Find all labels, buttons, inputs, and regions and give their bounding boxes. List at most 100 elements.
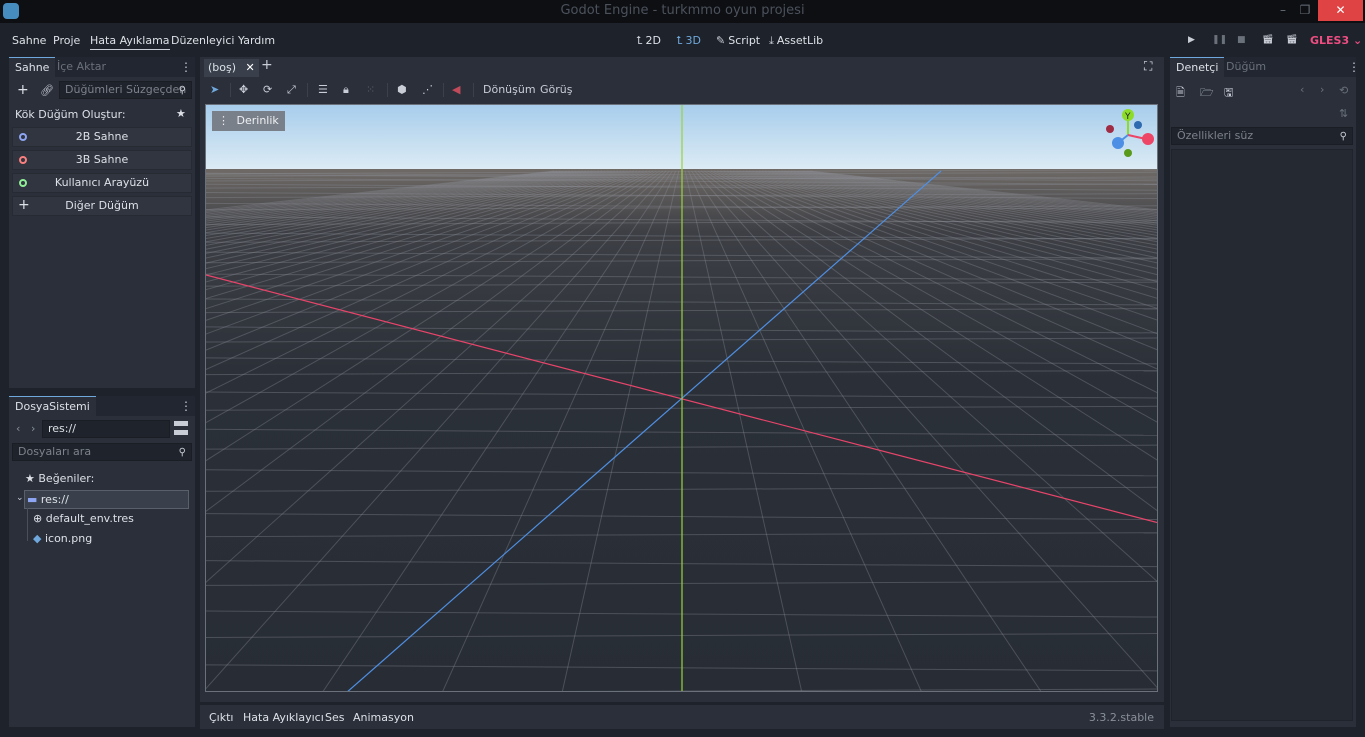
2d-icon: ⮤ — [636, 34, 643, 47]
menu-yardim[interactable]: Yardım — [238, 34, 275, 47]
other-node-button[interactable]: + Diğer Düğüm — [12, 196, 192, 216]
view-menu[interactable]: Görüş — [540, 83, 572, 96]
scene-panel-tabs: Sahne İçe Aktar ⋮ — [9, 57, 195, 77]
workspace-assetlib-button[interactable]: ⤓ AssetLib — [769, 34, 823, 48]
file-default-env[interactable]: ⊕ default_env.tres — [33, 512, 134, 525]
menu-proje[interactable]: Proje — [53, 34, 80, 47]
tab-denetci[interactable]: Denetçi — [1170, 57, 1225, 77]
property-filter-input[interactable]: Özellikleri süz ⚲ — [1171, 127, 1353, 145]
play-scene-icon[interactable]: 🎬︎ — [1262, 35, 1274, 47]
viewport-menu-button[interactable]: ⋮ Derinlik — [212, 111, 285, 131]
path-field[interactable]: res:// — [42, 420, 170, 438]
play-icon[interactable]: ▶ — [1188, 35, 1200, 47]
kebab-menu-icon[interactable]: ⋮ — [180, 60, 192, 74]
3d-viewport[interactable]: Y ⋮ Derinlik — [205, 104, 1158, 692]
add-node-icon[interactable]: + — [17, 82, 29, 98]
user-interface-button[interactable]: Kullanıcı Arayüzü — [12, 173, 192, 193]
move-tool-icon[interactable]: ✥ — [239, 83, 248, 96]
inspector-panel: Denetçi Düğüm ⋮ 🗎︎ 🗁︎ 🖫︎ ‹ › ⟲ ⇅ Özellik… — [1170, 57, 1360, 727]
tab-debugger[interactable]: Hata Ayıklayıcı — [243, 711, 324, 724]
tab-audio[interactable]: Ses — [325, 711, 344, 724]
maximize-icon[interactable]: ❐ — [1290, 0, 1320, 21]
gizmo-x-positive[interactable] — [1142, 133, 1154, 145]
renderer-select[interactable]: GLES3 ⌄ — [1310, 34, 1362, 47]
star-icon: ★ — [25, 472, 35, 485]
gizmo-z-negative[interactable] — [1134, 121, 1142, 129]
transform-menu[interactable]: Dönüşüm — [483, 83, 536, 96]
pause-icon[interactable]: ❚❚ — [1212, 35, 1227, 47]
file-search-input[interactable]: Dosyaları ara ⚲ — [12, 443, 192, 461]
window-title: Godot Engine - turkmmo oyun projesi — [560, 3, 805, 18]
history-back-icon[interactable]: ‹ — [1300, 83, 1304, 96]
link-icon[interactable]: 🔗︎ — [40, 84, 54, 97]
new-resource-icon[interactable]: 🗎︎ — [1176, 84, 1185, 103]
forward-icon[interactable]: › — [31, 422, 35, 435]
3d-scene-button[interactable]: 3B Sahne — [12, 150, 192, 170]
script-icon: ✎ — [716, 34, 726, 47]
toolbar-divider — [230, 83, 231, 97]
2d-scene-button[interactable]: 2B Sahne — [12, 127, 192, 147]
toolbar-divider — [443, 83, 444, 97]
gizmo-y-label: Y — [1124, 112, 1131, 122]
res-root-folder[interactable]: ▬ res:// — [24, 490, 189, 509]
gizmo-x-negative[interactable] — [1106, 125, 1114, 133]
node-filter-input[interactable]: Düğümleri Süzgeçden ⚲ — [59, 81, 192, 99]
menu-duzenleyici[interactable]: Düzenleyici — [171, 34, 234, 47]
stop-icon[interactable]: ■ — [1237, 35, 1249, 47]
history-forward-icon[interactable]: › — [1320, 83, 1324, 96]
gizmo-z-positive[interactable] — [1112, 137, 1124, 149]
file-icon-png[interactable]: ◆ icon.png — [33, 532, 92, 545]
kebab-menu-icon[interactable]: ⋮ — [1348, 60, 1360, 74]
workspace-script-button[interactable]: ✎ Script — [716, 34, 760, 47]
tab-output[interactable]: Çıktı — [209, 711, 233, 724]
open-resource-icon[interactable]: 🗁︎ — [1200, 84, 1214, 103]
select-tool-icon[interactable]: ➤ — [210, 83, 219, 96]
history-icon[interactable]: ⟲ — [1339, 84, 1348, 97]
toolbar-divider — [473, 83, 474, 97]
local-space-icon[interactable]: ⬢ — [397, 83, 407, 96]
list-select-icon[interactable]: ☰ — [318, 83, 328, 96]
inspector-content — [1171, 149, 1353, 721]
filesystem-panel: DosyaSistemi ⋮ ‹ › res:// Dosyaları ara … — [9, 396, 195, 727]
group-icon[interactable]: ⁙ — [366, 83, 375, 96]
camera-override-icon[interactable]: ◀ — [452, 83, 460, 96]
distraction-free-icon[interactable]: ⛶ — [1144, 59, 1152, 74]
bottom-panel-bar: Çıktı Hata Ayıklayıcı Ses Animasyon 3.3.… — [200, 705, 1164, 729]
tab-dosyasistemi[interactable]: DosyaSistemi — [9, 396, 96, 416]
filesystem-tabs: DosyaSistemi ⋮ — [9, 396, 195, 416]
workspace-3d-button[interactable]: ⮤ 3D — [676, 34, 701, 48]
tab-ice-aktar[interactable]: İçe Aktar — [51, 57, 112, 77]
new-tab-icon[interactable]: + — [261, 57, 273, 73]
close-icon[interactable]: ✕ — [1318, 0, 1363, 21]
tab-dugum[interactable]: Düğüm — [1220, 57, 1272, 77]
kebab-menu-icon[interactable]: ⋮ — [180, 399, 192, 413]
menu-sahne[interactable]: Sahne — [12, 34, 46, 47]
play-custom-scene-icon[interactable]: 🎬︎ — [1286, 35, 1298, 47]
close-tab-icon[interactable]: ✕ — [246, 61, 255, 74]
lock-icon[interactable]: 🔒︎ — [343, 83, 349, 97]
workspace-2d-button[interactable]: ⮤ 2D — [636, 34, 661, 48]
node2d-icon — [19, 133, 27, 141]
kebab-icon: ⋮ — [218, 114, 229, 127]
image-icon: ◆ — [33, 532, 42, 545]
back-icon[interactable]: ‹ — [16, 422, 20, 435]
save-resource-icon[interactable]: 🖫︎ — [1224, 84, 1233, 103]
chevron-down-icon[interactable]: ⌄ — [16, 493, 24, 503]
object-properties-icon[interactable]: ⇅ — [1339, 107, 1348, 120]
tab-animation[interactable]: Animasyon — [353, 711, 414, 724]
snap-icon[interactable]: ⋰ — [422, 83, 433, 96]
favorites-item[interactable]: ★ Beğeniler: — [25, 472, 94, 485]
gizmo-y-negative[interactable] — [1124, 149, 1132, 157]
tab-sahne[interactable]: Sahne — [9, 57, 56, 77]
search-icon: ⚲ — [178, 447, 186, 458]
rotate-tool-icon[interactable]: ⟳ — [263, 83, 272, 96]
menu-hata-ayiklama[interactable]: Hata Ayıklama — [90, 34, 170, 50]
scene-tab[interactable]: (boş) ✕ — [204, 59, 259, 77]
add-icon: + — [18, 197, 30, 213]
scale-tool-icon[interactable]: ⤢ — [287, 83, 296, 97]
favorite-star-icon[interactable]: ★ — [176, 107, 186, 120]
split-mode-icon[interactable] — [174, 421, 188, 435]
title-bar: Godot Engine - turkmmo oyun projesi – ❐ … — [0, 0, 1365, 23]
tree-guide-line — [27, 508, 28, 541]
version-label: 3.3.2.stable — [1088, 711, 1154, 724]
